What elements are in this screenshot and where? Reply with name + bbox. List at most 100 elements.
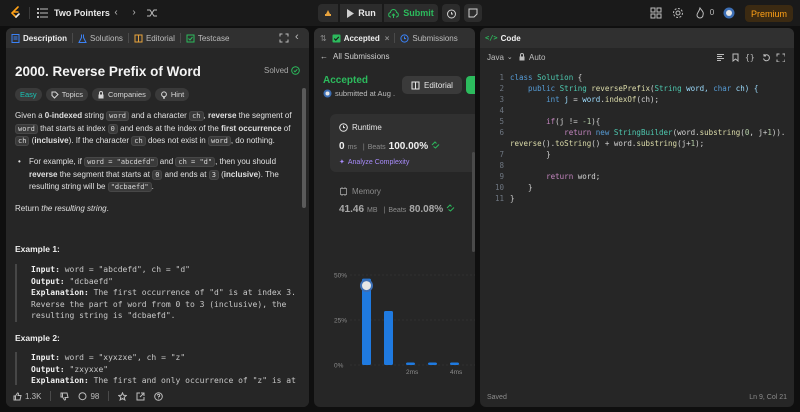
book-icon	[411, 81, 420, 89]
tab-accepted-label: Accepted	[343, 33, 380, 43]
auto-mode-toggle[interactable]: Auto	[518, 53, 545, 62]
tabs-overflow-icon[interactable]: ⇅	[320, 34, 327, 43]
nav-divider	[29, 7, 30, 19]
memory-card[interactable]: Memory 41.46 MB | Beats 80.08%	[330, 181, 475, 241]
help-icon[interactable]	[154, 391, 164, 401]
tab-submissions[interactable]: Submissions	[395, 28, 462, 48]
lock-icon	[519, 53, 525, 61]
close-tab-icon[interactable]: ×	[385, 34, 390, 43]
runtime-card[interactable]: Runtime 0 ms | Beats 100.00% ✦ Analyze C…	[330, 114, 475, 172]
runtime-value: 0	[339, 141, 345, 152]
editorial-label: Editorial	[424, 80, 453, 90]
history-icon	[400, 33, 409, 43]
line-number: 11	[494, 194, 504, 203]
problem-title: 2000. Reverse Prefix of Word	[15, 64, 201, 79]
thumbs-up-icon	[13, 391, 22, 400]
runtime-beats-label: Beats	[367, 144, 386, 151]
y-tick-label: 50%	[334, 273, 347, 280]
memory-chip-icon	[340, 187, 347, 196]
shuffle-icon[interactable]	[146, 7, 158, 19]
debug-button[interactable]	[318, 4, 338, 22]
lightbulb-icon	[160, 90, 167, 99]
hint-chip[interactable]: Hint	[154, 88, 190, 101]
maximize-icon[interactable]	[279, 33, 289, 43]
leetcode-logo[interactable]	[9, 6, 23, 20]
tab-code[interactable]: </> Code	[480, 28, 526, 48]
problem-list-icon[interactable]	[37, 8, 48, 18]
gear-icon[interactable]	[672, 7, 684, 19]
companies-label: Companies	[107, 90, 146, 99]
solution-button[interactable]	[466, 76, 475, 94]
tab-description[interactable]: Description	[6, 28, 72, 48]
leetcode-badge-icon	[431, 141, 440, 149]
line-number: 10	[494, 183, 504, 192]
tab-accepted[interactable]: Accepted ×	[327, 28, 395, 48]
tab-editorial-label: Editorial	[145, 33, 175, 43]
share-icon[interactable]	[136, 392, 145, 401]
all-submissions-link[interactable]: ← All Submissions	[320, 52, 389, 61]
timer-button[interactable]	[442, 4, 460, 22]
companies-chip[interactable]: Companies	[91, 88, 151, 101]
submission-panel: ⇅ Accepted × Submissions ← All Submissio…	[314, 28, 475, 407]
code-brackets-icon: </>	[485, 34, 498, 42]
avatar[interactable]	[723, 7, 735, 19]
comments-button[interactable]: 98	[78, 392, 99, 401]
top-nav: Two Pointers ‹ › Run Submit 0 Premium	[0, 0, 800, 26]
line-number: 4	[499, 106, 504, 115]
prev-problem-icon[interactable]: ‹	[110, 7, 122, 19]
y-tick-label: 25%	[334, 318, 347, 325]
memory-divider: |	[383, 207, 386, 214]
like-button[interactable]: 1.3K	[13, 392, 41, 401]
editorial-button[interactable]: Editorial	[402, 76, 462, 94]
check-circle-icon	[291, 66, 301, 75]
tab-code-label: Code	[500, 33, 521, 43]
run-button[interactable]: Run	[340, 4, 382, 22]
description-tabs: Description Solutions Editorial Testcase…	[6, 28, 309, 48]
problem-list-title[interactable]: Two Pointers	[54, 8, 110, 18]
example-1-box: Input: word = "abcdefd", ch = "d" Output…	[15, 264, 300, 322]
memory-value: 41.46	[339, 204, 365, 215]
submit-button[interactable]: Submit	[384, 4, 438, 22]
memory-header: Memory	[339, 187, 381, 196]
runtime-distribution-chart[interactable]: 50%25%0%2ms4ms2ms4ms	[330, 240, 475, 380]
alarm-clock-icon	[446, 9, 456, 18]
line-number: 8	[499, 161, 504, 170]
runtime-stats: 0 ms | Beats 100.00%	[339, 141, 440, 152]
thumbs-down-icon[interactable]	[60, 392, 70, 401]
bookmark-icon[interactable]	[731, 53, 740, 62]
code-toolbar: Java ⌄ Auto {}	[480, 48, 794, 66]
tab-editorial[interactable]: Editorial	[129, 28, 180, 48]
reset-icon[interactable]	[762, 53, 771, 62]
your-submission-marker	[360, 279, 373, 293]
tab-solutions[interactable]: Solutions	[73, 28, 128, 48]
format-icon[interactable]	[716, 53, 725, 62]
code-line: }	[510, 183, 533, 192]
flask-icon	[78, 34, 87, 43]
submitted-at-text: submitted at Aug .	[335, 89, 396, 98]
topics-chip[interactable]: Topics	[45, 88, 88, 101]
description-footer: 1.3K 98	[6, 385, 309, 407]
runtime-beats-value: 100.00%	[388, 141, 429, 152]
fire-streak-icon[interactable]	[694, 7, 706, 19]
layout-grid-icon[interactable]	[650, 7, 662, 19]
collapse-icon[interactable]: ‹	[295, 31, 299, 43]
description-scrollbar[interactable]	[302, 88, 306, 208]
star-icon[interactable]	[118, 391, 128, 401]
tab-submissions-label: Submissions	[412, 33, 458, 43]
cursor-position: Ln 9, Col 21	[749, 393, 787, 401]
submission-scrollbar[interactable]	[472, 152, 475, 252]
hint-label: Hint	[170, 90, 185, 99]
all-submissions-label: All Submissions	[333, 52, 390, 61]
braces-icon[interactable]: {}	[745, 53, 755, 62]
language-select[interactable]: Java ⌄	[487, 53, 513, 62]
premium-button[interactable]: Premium	[745, 5, 793, 22]
code-panel: </> Code Java ⌄ Auto {} 1 2 3 4 5 6 7 8 …	[480, 28, 794, 407]
next-problem-icon[interactable]: ›	[128, 7, 140, 19]
document-icon	[11, 33, 20, 43]
analyze-complexity-link[interactable]: ✦ Analyze Complexity	[339, 158, 409, 167]
notes-button[interactable]	[464, 4, 482, 22]
expand-icon[interactable]	[776, 53, 785, 62]
footer-divider	[108, 391, 110, 401]
tab-testcase[interactable]: Testcase	[181, 28, 235, 48]
line-number: 3	[499, 95, 504, 104]
